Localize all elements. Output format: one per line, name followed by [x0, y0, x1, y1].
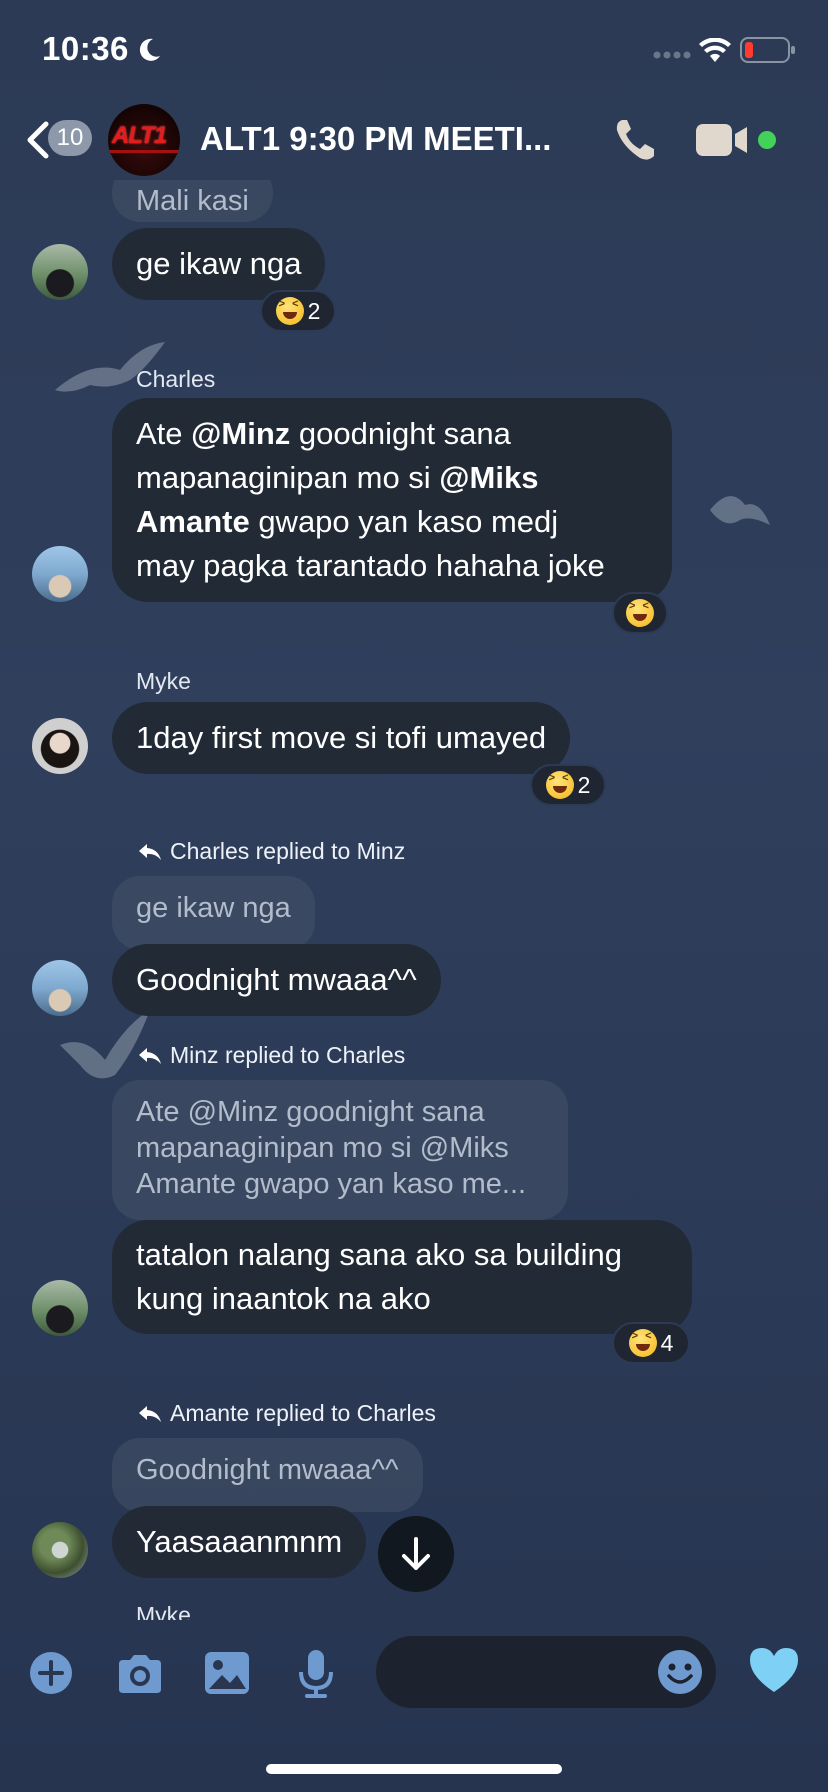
quoted-text: Ate @Minz goodnight sana: [136, 1096, 485, 1128]
chat-title[interactable]: ALT1 9:30 PM MEETI...: [200, 120, 551, 158]
reaction-count: 4: [660, 1329, 674, 1356]
reaction-count: 2: [307, 297, 321, 324]
reaction-badge[interactable]: [612, 592, 668, 634]
reaction-badge[interactable]: 2: [530, 764, 606, 806]
message-text: Goodnight mwaaa^^: [136, 962, 417, 997]
camera-icon[interactable]: [115, 1654, 165, 1694]
group-logo: ALT1: [112, 122, 167, 149]
moon-icon: [139, 38, 160, 61]
plus-circle-icon[interactable]: [28, 1650, 74, 1696]
text-segment: may pagka tarantado hahaha joke: [136, 548, 605, 583]
message-bubble[interactable]: 1day first move si tofi umayed: [112, 702, 571, 774]
laughing-emoji-icon: [628, 1329, 657, 1357]
sender-name: Charles: [136, 366, 216, 392]
message-bubble[interactable]: Goodnight mwaaa^^: [112, 944, 441, 1016]
mention[interactable]: @Miks: [439, 460, 538, 495]
quoted-message: ge ikaw nga: [112, 876, 315, 950]
quoted-text: mapanaginipan mo si @Miks: [136, 1132, 509, 1164]
sender-name: Myke: [136, 1602, 191, 1620]
avatar[interactable]: [32, 546, 88, 602]
status-bar: 10:36: [0, 0, 828, 100]
group-avatar[interactable]: ALT1: [108, 104, 180, 176]
reaction-badge[interactable]: 2: [260, 290, 336, 332]
reply-arrow-icon: [139, 843, 161, 860]
home-indicator: [266, 1764, 562, 1774]
phone-icon[interactable]: [612, 116, 660, 164]
message-list[interactable]: Mali kasi ge ikaw nga 2 Charles Ate @Min…: [0, 180, 828, 1620]
avatar[interactable]: [32, 1280, 88, 1336]
image-icon[interactable]: [204, 1651, 250, 1695]
avatar[interactable]: [32, 244, 88, 300]
mention[interactable]: @Minz: [191, 416, 290, 451]
text-segment: Ate: [136, 416, 192, 451]
reply-indicator: Amante replied to Charles: [138, 1400, 436, 1427]
reply-arrow-icon: [139, 1047, 161, 1064]
avatar[interactable]: [32, 1522, 88, 1578]
quoted-message: Goodnight mwaaa^^: [112, 1438, 423, 1512]
clock: 10:36: [42, 30, 129, 67]
message-bubble[interactable]: tatalon nalang sana ako sa building kung…: [112, 1220, 692, 1334]
message-text: tatalon nalang sana ako sa building: [136, 1237, 623, 1272]
reaction-badge[interactable]: 4: [612, 1322, 690, 1364]
message-text: kung inaantok na ako: [136, 1281, 431, 1316]
scroll-to-bottom-button[interactable]: [378, 1516, 454, 1592]
reply-indicator: Charles replied to Minz: [138, 838, 405, 865]
message-bubble[interactable]: Yaasaaanmnm: [112, 1506, 367, 1578]
reply-arrow-icon: [139, 1405, 161, 1422]
message-text: ge ikaw nga: [136, 246, 302, 281]
message-text: Yaasaaanmnm: [136, 1524, 343, 1559]
avatar[interactable]: [32, 960, 88, 1016]
message-bubble[interactable]: Ate @Minz goodnight sana mapanaginipan m…: [112, 398, 672, 602]
quoted-message: Ate @Minz goodnight sana mapanaginipan m…: [112, 1080, 568, 1220]
chat-header: 10 ALT1 ALT1 9:30 PM MEETI...: [0, 100, 828, 180]
reply-note-text: Charles replied to Minz: [170, 838, 406, 864]
laughing-emoji-icon: [275, 297, 304, 325]
blue-heart-icon[interactable]: [748, 1646, 800, 1694]
battery-low-icon: [740, 37, 795, 63]
reply-note-text: Amante replied to Charles: [170, 1400, 436, 1426]
video-camera-icon[interactable]: [695, 122, 751, 158]
smiley-icon[interactable]: [656, 1648, 704, 1696]
avatar[interactable]: [32, 718, 88, 774]
arrow-down-icon: [402, 1537, 430, 1570]
online-indicator: [758, 131, 776, 149]
reply-indicator: Minz replied to Charles: [138, 1042, 405, 1069]
message-text: 1day first move si tofi umayed: [136, 720, 547, 755]
microphone-icon[interactable]: [296, 1648, 336, 1700]
message-composer: [0, 1620, 828, 1740]
reaction-count: 2: [577, 771, 591, 798]
text-segment: mapanaginipan mo si: [136, 460, 440, 495]
cellular-signal-icon: [653, 51, 691, 59]
laughing-emoji-icon: [626, 599, 654, 627]
chevron-left-icon[interactable]: [24, 120, 50, 160]
unread-count-badge[interactable]: 10: [48, 120, 92, 156]
mention[interactable]: Amante: [136, 504, 250, 539]
text-segment: gwapo yan kaso medj: [249, 504, 559, 539]
quoted-message: Mali kasi: [112, 180, 273, 222]
laughing-emoji-icon: [545, 771, 574, 799]
reply-note-text: Minz replied to Charles: [170, 1042, 406, 1068]
text-segment: goodnight sana: [290, 416, 511, 451]
quoted-text: Mali kasi: [136, 185, 249, 217]
sender-name: Myke: [136, 668, 191, 694]
quoted-text: ge ikaw nga: [136, 892, 291, 924]
quoted-text: Amante gwapo yan kaso me...: [136, 1168, 527, 1200]
quoted-text: Goodnight mwaaa^^: [136, 1454, 399, 1486]
wifi-icon: [699, 38, 731, 62]
